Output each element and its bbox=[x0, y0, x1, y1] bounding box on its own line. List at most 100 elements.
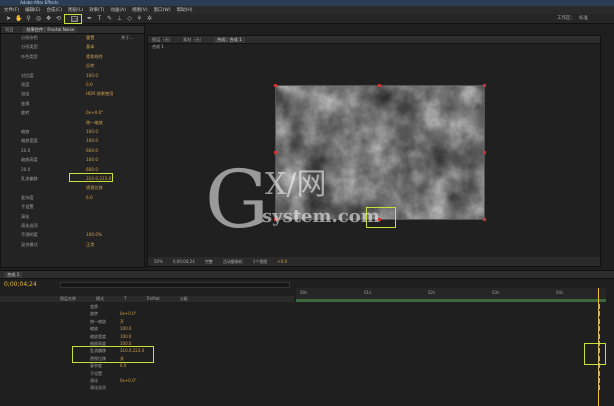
property-value[interactable]: 100.0 bbox=[86, 72, 98, 79]
menu-view[interactable]: 视图(V) bbox=[132, 7, 148, 13]
layer-handle[interactable] bbox=[378, 84, 381, 87]
clone-stamp-tool-icon[interactable]: ⊥ bbox=[116, 16, 123, 22]
timeline-property-value[interactable]: 开 bbox=[120, 319, 124, 325]
effect-property-row[interactable]: 统一缩放 bbox=[1, 119, 146, 126]
workspace-selector[interactable]: 工作区： 标准 bbox=[557, 15, 588, 21]
layer-handle[interactable] bbox=[483, 84, 486, 87]
menu-animation[interactable]: 动画(A) bbox=[110, 7, 126, 13]
timeline-row[interactable]: 复杂度 6.0 bbox=[0, 363, 614, 369]
property-value[interactable]: 柔和线性 bbox=[86, 53, 103, 60]
roto-brush-tool-icon[interactable]: ⚘ bbox=[136, 16, 143, 22]
property-value[interactable]: 0.0 bbox=[86, 81, 93, 88]
menu-composition[interactable]: 合成(C) bbox=[46, 7, 62, 13]
effect-property-row[interactable]: 变换 bbox=[1, 100, 146, 107]
effect-property-row[interactable]: 20.0 600.0 bbox=[1, 147, 146, 154]
keyframe-marker[interactable] bbox=[598, 304, 600, 309]
menu-effect[interactable]: 效果(T) bbox=[89, 7, 104, 13]
orbit-tool-icon[interactable]: ⟲ bbox=[55, 16, 62, 22]
effect-property-row[interactable]: 20.0 600.0 bbox=[1, 166, 146, 173]
layer-handle[interactable] bbox=[274, 84, 277, 87]
timeline-property-value[interactable]: 100.0 bbox=[120, 334, 131, 340]
brush-tool-icon[interactable]: ✎ bbox=[106, 16, 113, 22]
effect-property-row[interactable]: 对比度 100.0 bbox=[1, 72, 146, 79]
col-mode[interactable]: 模式 bbox=[96, 296, 104, 302]
puppet-tool-icon[interactable]: ✲ bbox=[146, 16, 153, 22]
timeline-row[interactable]: 变换 bbox=[0, 304, 614, 310]
menu-layer[interactable]: 图层(L) bbox=[68, 7, 83, 13]
property-value[interactable]: 100.0 bbox=[86, 137, 98, 144]
effect-property-row[interactable]: 分形类型 基本 bbox=[1, 43, 146, 50]
timeline-row[interactable]: 缩放宽度 100.0 bbox=[0, 333, 614, 340]
property-value[interactable]: 600.0 bbox=[86, 166, 98, 173]
pen-tool-icon[interactable]: ✒ bbox=[86, 16, 93, 22]
timeline-property-value[interactable]: 100.0 bbox=[120, 326, 131, 332]
effect-property-row[interactable]: 混合模式 正常 bbox=[1, 241, 146, 248]
property-value[interactable]: 100.0% bbox=[86, 231, 102, 238]
text-tool-icon[interactable]: T bbox=[96, 16, 103, 22]
time-ruler[interactable]: 00s 01s 02s 03s 04s bbox=[296, 288, 606, 302]
property-value[interactable]: 100.0 bbox=[86, 128, 98, 135]
hand-tool-icon[interactable]: ✋ bbox=[15, 16, 22, 22]
property-value[interactable]: 反转 bbox=[86, 62, 94, 69]
effect-property-row[interactable]: 亮度 0.0 bbox=[1, 81, 146, 88]
col-trkmat[interactable]: TrkMat bbox=[146, 296, 159, 302]
property-value[interactable]: HDR 效果使用 bbox=[86, 90, 113, 97]
tab-project[interactable]: 项目 bbox=[5, 27, 13, 33]
timeline-row[interactable]: 缩放 100.0 bbox=[0, 326, 614, 332]
effect-property-row[interactable]: 反转 bbox=[1, 62, 146, 69]
work-area-bar[interactable] bbox=[296, 299, 606, 302]
col-layer-name[interactable]: 图层名称 bbox=[60, 296, 76, 302]
effect-property-row[interactable]: 演化 bbox=[1, 213, 146, 220]
property-value[interactable]: 600.0 bbox=[86, 147, 98, 154]
effect-property-row[interactable]: 分形杂色 重置 关于... bbox=[1, 34, 146, 41]
camera-select[interactable]: 活动摄像机 bbox=[223, 259, 243, 265]
menu-file[interactable]: 文件(F) bbox=[4, 7, 19, 13]
view-layout-select[interactable]: 1个视图 bbox=[253, 259, 268, 265]
menu-edit[interactable]: 编辑(E) bbox=[25, 7, 40, 13]
keyframe-marker[interactable] bbox=[598, 370, 600, 376]
eraser-tool-icon[interactable]: ◇ bbox=[126, 16, 133, 22]
col-parent[interactable]: 父级 bbox=[180, 296, 188, 302]
property-value[interactable]: 100.0 bbox=[86, 156, 98, 163]
effect-property-row[interactable]: 缩放高度 100.0 bbox=[1, 156, 146, 163]
zoom-level[interactable]: 50% bbox=[154, 259, 163, 264]
pan-tool-icon[interactable]: ✥ bbox=[45, 16, 52, 22]
timeline-row[interactable]: 子设置 bbox=[0, 370, 614, 377]
timeline-row[interactable]: 统一缩放 开 bbox=[0, 318, 614, 325]
tab-effect-controls[interactable]: 效果控件：Fractal Noise bbox=[23, 26, 78, 33]
timeline-property-value[interactable]: 6.0 bbox=[120, 363, 126, 369]
comp-breadcrumb[interactable]: 合成 1 bbox=[148, 44, 600, 51]
timeline-row[interactable]: 演化 0x+0.0° bbox=[0, 378, 614, 384]
selection-tool-icon[interactable]: ➤ bbox=[5, 16, 12, 22]
property-value[interactable]: 0x+0.0° bbox=[86, 109, 103, 116]
effect-property-row[interactable]: 透视位移 bbox=[1, 184, 146, 191]
effect-property-row[interactable]: 杂色类型 柔和线性 bbox=[1, 53, 146, 60]
layer-handle[interactable] bbox=[483, 218, 486, 221]
timeline-property-value[interactable]: 0x+0.0° bbox=[120, 311, 137, 317]
property-value[interactable]: 重置 bbox=[86, 34, 94, 41]
timeline-row[interactable]: 演化选项 bbox=[0, 385, 614, 391]
keyframe-marker[interactable] bbox=[598, 311, 600, 317]
col-t[interactable]: T bbox=[124, 296, 126, 302]
timeline-search-input[interactable] bbox=[60, 282, 290, 288]
tab-composition[interactable]: 合成：合成 1 bbox=[213, 36, 245, 43]
menu-window[interactable]: 窗口(W) bbox=[154, 7, 171, 13]
about-link[interactable]: 关于... bbox=[121, 34, 133, 41]
keyframe-marker[interactable] bbox=[598, 333, 600, 339]
effect-property-row[interactable]: 演化选项 bbox=[1, 222, 146, 229]
effect-property-row[interactable]: 旋转 0x+0.0° bbox=[1, 109, 146, 116]
tab-layer[interactable]: 图层（无） bbox=[152, 37, 173, 43]
effect-property-row[interactable]: 子设置 bbox=[1, 203, 146, 210]
layer-handle[interactable] bbox=[274, 151, 277, 154]
effect-property-row[interactable]: 不透明度 100.0% bbox=[1, 231, 146, 238]
camera-tool-icon[interactable]: ◎ bbox=[35, 16, 42, 22]
resolution-select[interactable]: 完整 bbox=[205, 259, 213, 265]
layer-handle[interactable] bbox=[483, 151, 486, 154]
current-time[interactable]: 0;00;04;24 bbox=[173, 259, 195, 264]
tab-footage[interactable]: 素材（无） bbox=[183, 37, 204, 43]
keyframe-marker[interactable] bbox=[598, 318, 600, 324]
timeline-row[interactable]: 旋转 0x+0.0° bbox=[0, 311, 614, 317]
effect-property-row[interactable]: 复杂度 6.0 bbox=[1, 194, 146, 201]
property-value[interactable]: 统一缩放 bbox=[86, 119, 103, 126]
keyframe-marker[interactable] bbox=[598, 378, 600, 383]
